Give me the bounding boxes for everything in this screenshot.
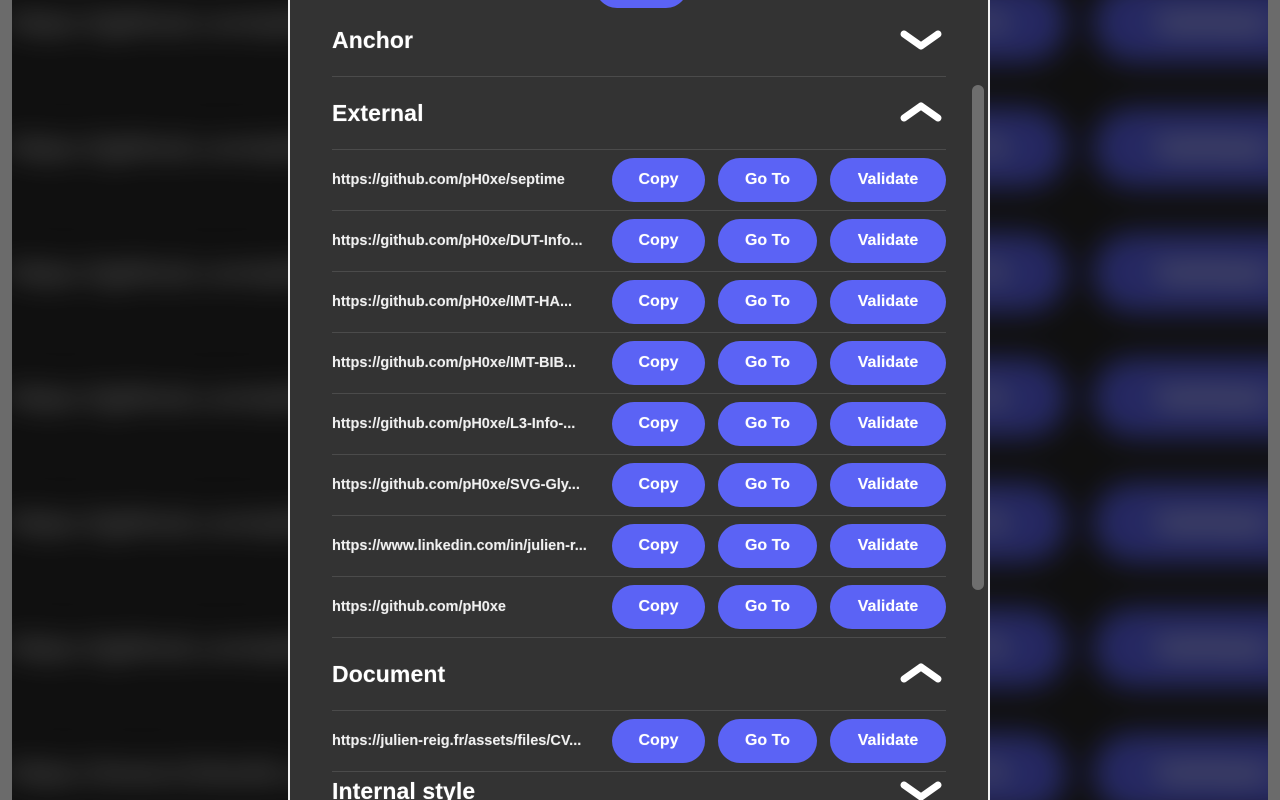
link-inspector-panel: Anchor External https://github.com/pH0xe/s… [290,0,988,800]
copy-button[interactable]: Copy [612,158,705,202]
section-header-anchor[interactable]: Anchor [290,4,988,76]
go-to-button[interactable]: Go To [718,402,817,446]
link-url: https://github.com/pH0xe/L3-Info-... [332,416,576,432]
chevron-down-icon[interactable] [899,778,943,800]
go-to-button[interactable]: Go To [718,341,817,385]
section-header-external[interactable]: External [290,77,988,149]
link-row: https://github.com/pH0xe/L3-Info-... Copy… [332,394,946,455]
link-url: https://julien-reig.fr/assets/files/CV..… [332,733,582,749]
backdrop-validate-button: Validate [1093,356,1268,437]
copy-button[interactable]: Copy [612,463,705,507]
go-to-button[interactable]: Go To [718,585,817,629]
link-row: https://github.com/pH0xe Copy Go To Validat… [332,577,946,638]
validate-button[interactable]: Validate [830,463,946,507]
link-row: https://github.com/pH0xe/SVG-Gly... Copy G… [332,455,946,516]
copy-button[interactable]: Copy [612,219,705,263]
link-row: https://github.com/pH0xe/IMT-BIB... Copy G… [332,333,946,394]
link-row: https://www.linkedin.com/in/julien-r... C… [332,516,946,577]
go-to-button[interactable]: Go To [718,524,817,568]
copy-button[interactable]: Copy [612,585,705,629]
link-url: https://github.com/pH0xe/SVG-Gly... [332,477,580,493]
backdrop-validate-button: Validate [1093,231,1268,312]
copy-button[interactable]: Copy [612,402,705,446]
window-edge-left [0,0,12,800]
link-url: https://github.com/pH0xe/DUT-Info... [332,233,583,249]
validate-button[interactable]: Validate [830,402,946,446]
go-to-button[interactable]: Go To [718,280,817,324]
go-to-button[interactable]: Go To [718,463,817,507]
validate-button[interactable]: Validate [830,719,946,763]
go-to-button[interactable]: Go To [718,719,817,763]
backdrop-validate-button: Validate [1093,606,1268,687]
link-url: https://github.com/pH0xe/IMT-BIB... [332,355,577,371]
app-root: https://github.com/pH0xe/septime Copy Go T… [0,0,1280,800]
link-row: https://github.com/pH0xe/IMT-HA... Copy Go… [332,272,946,333]
section-title: Anchor [332,26,414,53]
chevron-down-icon[interactable] [899,27,943,53]
link-row: https://github.com/pH0xe/septime Copy Go T… [332,150,946,211]
validate-button[interactable]: Validate [830,524,946,568]
backdrop-validate-button: Validate [1093,481,1268,562]
validate-button[interactable]: Validate [830,219,946,263]
backdrop-validate-button: Validate [1093,106,1268,187]
chevron-up-icon[interactable] [899,661,943,687]
scrollbar-thumb[interactable] [972,85,984,590]
link-url: https://github.com/pH0xe/septime [332,172,565,188]
link-row: https://github.com/pH0xe/DUT-Info... Copy… [332,211,946,272]
backdrop-validate-button: Validate [1093,731,1268,800]
panel-scroll-area[interactable]: Anchor External https://github.com/pH0xe/s… [290,0,988,800]
chevron-up-icon[interactable] [899,100,943,126]
validate-button[interactable]: Validate [830,158,946,202]
link-url: https://www.linkedin.com/in/julien-r... [332,538,587,554]
section-header-internal-style[interactable]: Internal style [290,772,988,800]
go-to-button[interactable]: Go To [718,158,817,202]
section-title: Internal style [332,778,476,800]
link-url: https://github.com/pH0xe/IMT-HA... [332,294,573,310]
backdrop-validate-button: Validate [1093,0,1268,62]
validate-button[interactable]: Validate [830,341,946,385]
section-title: Document [332,660,446,687]
section-header-document[interactable]: Document [290,638,988,710]
window-edge-right [1268,0,1280,800]
validate-button[interactable]: Validate [830,280,946,324]
copy-button[interactable]: Copy [612,341,705,385]
section-title: External [332,99,424,126]
copy-button[interactable]: Copy [612,719,705,763]
copy-button[interactable]: Copy [612,524,705,568]
link-url: https://github.com/pH0xe [332,599,506,615]
copy-button[interactable]: Copy [612,280,705,324]
link-row: https://julien-reig.fr/assets/files/CV..… [332,711,946,772]
validate-button[interactable]: Validate [830,585,946,629]
go-to-button[interactable]: Go To [718,219,817,263]
